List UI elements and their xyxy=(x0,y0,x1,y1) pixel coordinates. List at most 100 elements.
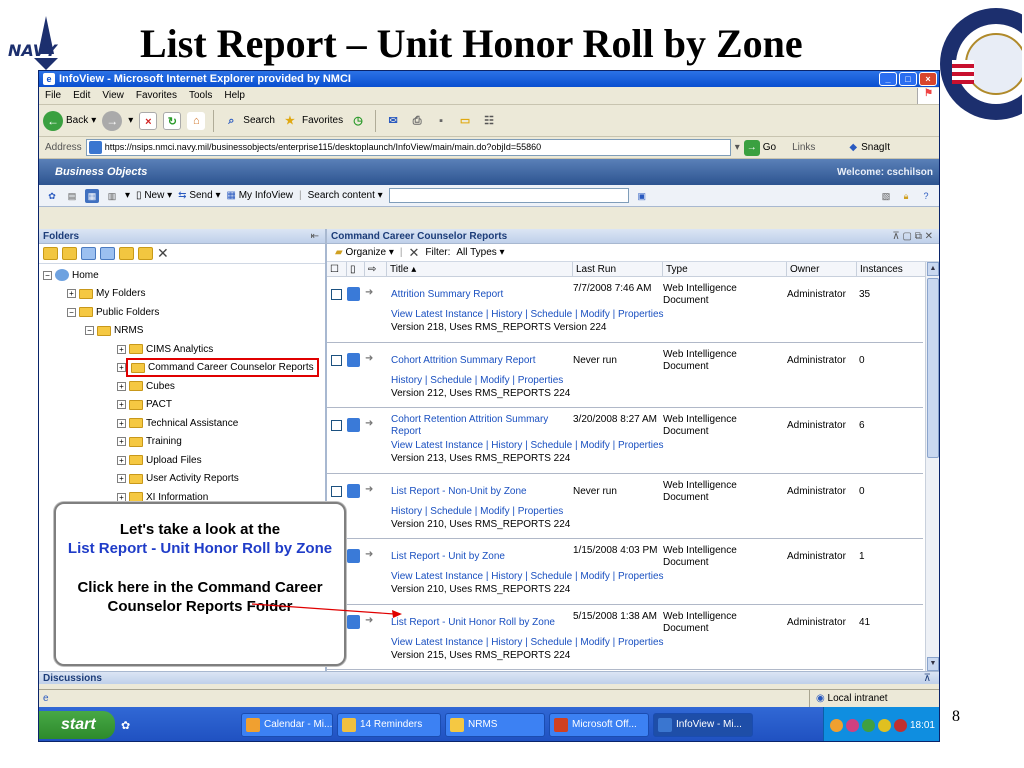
row-checkbox[interactable] xyxy=(331,354,342,366)
go-button[interactable]: → Go xyxy=(743,139,776,156)
expand-discussions-icon[interactable]: ⊼ xyxy=(924,672,939,685)
expand-icon[interactable]: + xyxy=(67,289,76,299)
scroll-up-icon[interactable]: ▲ xyxy=(927,262,939,276)
tree-item-home[interactable]: − Home xyxy=(39,266,325,285)
expand-icon[interactable]: + xyxy=(117,381,126,391)
tray-icon[interactable] xyxy=(845,718,859,732)
expand-icon[interactable]: + xyxy=(117,474,126,484)
report-title-link[interactable]: List Report - Non-Unit by Zone xyxy=(391,486,573,498)
collapse-pane-icon[interactable]: ⇤ xyxy=(311,231,325,242)
report-action-links[interactable]: View Latest Instance | History | Schedul… xyxy=(391,440,664,451)
tray-icon[interactable] xyxy=(877,718,891,732)
back-dropdown-icon[interactable]: ▾ xyxy=(91,115,96,126)
tree-item-pact[interactable]: + PACT xyxy=(39,396,325,415)
col-owner[interactable]: Owner xyxy=(787,261,857,277)
task-reminders[interactable]: 14 Reminders xyxy=(337,713,441,737)
task-microsoft-office[interactable]: Microsoft Off... xyxy=(549,713,649,737)
search-content-input[interactable] xyxy=(388,188,629,203)
snagit-button[interactable]: SnagIt xyxy=(861,142,890,153)
preferences-icon[interactable]: ▧ xyxy=(879,189,893,203)
report-action-links[interactable]: View Latest Instance | History | Schedul… xyxy=(391,309,664,320)
col-instances[interactable]: Instances xyxy=(857,262,909,277)
forward-dropdown-icon[interactable]: ▾ xyxy=(128,115,133,126)
discussions-bar[interactable]: Discussions ⊼ xyxy=(39,671,939,684)
organize-button[interactable]: ▰ Organize ▾ xyxy=(335,247,394,258)
window-titlebar[interactable]: e InfoView - Microsoft Internet Explorer… xyxy=(39,71,939,87)
copy-icon[interactable] xyxy=(100,247,115,260)
help-icon[interactable]: ? xyxy=(919,189,933,203)
scroll-thumb[interactable] xyxy=(927,278,939,458)
col-last-run[interactable]: Last Run xyxy=(573,261,663,277)
documents-icon[interactable]: ▤ xyxy=(65,189,79,203)
collapse-icon[interactable]: − xyxy=(43,270,52,280)
tray-icon[interactable] xyxy=(861,718,875,732)
col-type[interactable]: Type xyxy=(663,261,787,277)
row-checkbox[interactable] xyxy=(331,485,342,497)
tree-item-public-folders[interactable]: − Public Folders xyxy=(39,303,325,322)
new-folder-icon[interactable] xyxy=(43,247,58,260)
links-button[interactable]: Links xyxy=(792,142,815,153)
refresh-button[interactable]: ↻ xyxy=(163,111,182,130)
address-dropdown-icon[interactable]: ▾ xyxy=(735,142,740,153)
row-checkbox[interactable] xyxy=(331,420,342,431)
action-arrow-icon[interactable]: ➜ xyxy=(365,484,373,495)
mail-button[interactable]: ✉ xyxy=(384,112,402,130)
home-button[interactable]: ⌂ xyxy=(187,111,206,130)
report-title-link[interactable]: Cohort Attrition Summary Report xyxy=(391,355,573,367)
minimize-button[interactable]: _ xyxy=(879,72,897,86)
menu-favorites[interactable]: Favorites xyxy=(136,90,177,101)
expand-icon[interactable]: + xyxy=(117,492,126,502)
menu-edit[interactable]: Edit xyxy=(73,90,90,101)
action-arrow-icon[interactable]: ➜ xyxy=(365,353,373,364)
my-infoview-button[interactable]: ▦ My InfoView xyxy=(226,190,293,201)
menu-file[interactable]: File xyxy=(45,90,61,101)
expand-icon[interactable]: + xyxy=(117,344,126,354)
search-content-dropdown[interactable]: Search content ▾ xyxy=(308,190,383,201)
collapse-icon[interactable]: − xyxy=(85,326,94,336)
move-icon[interactable] xyxy=(138,247,153,260)
collapse-icon[interactable]: − xyxy=(67,307,76,317)
forward-button[interactable]: → xyxy=(102,110,123,131)
tree-item-training[interactable]: + Training xyxy=(39,433,325,452)
favorites-button[interactable]: ★ Favorites xyxy=(281,112,343,130)
back-button[interactable]: ← Back ▾ xyxy=(43,110,96,131)
menu-tools[interactable]: Tools xyxy=(189,90,212,101)
expand-icon[interactable]: + xyxy=(117,363,126,373)
row-checkbox[interactable] xyxy=(331,289,342,300)
tree-item-upload-files[interactable]: + Upload Files xyxy=(39,451,325,470)
select-all-checkbox[interactable]: ☐ xyxy=(327,261,347,277)
task-calendar[interactable]: Calendar - Mi... xyxy=(241,713,333,737)
task-nrms[interactable]: NRMS xyxy=(445,713,545,737)
address-input[interactable]: https://nsips.nmci.navy.mil/businessobje… xyxy=(85,139,731,156)
expand-icon[interactable]: + xyxy=(117,418,126,428)
tree-item-user-activity-reports[interactable]: + User Activity Reports xyxy=(39,470,325,489)
menu-view[interactable]: View xyxy=(102,90,124,101)
tree-item-nrms[interactable]: − NRMS xyxy=(39,322,325,341)
folder-button[interactable]: ▭ xyxy=(456,112,474,130)
maximize-button[interactable]: □ xyxy=(899,72,917,86)
tree-item-my-folders[interactable]: + My Folders xyxy=(39,285,325,304)
delete-icon[interactable]: ✕ xyxy=(157,245,169,262)
tree-item-technical-assistance[interactable]: + Technical Assistance xyxy=(39,414,325,433)
paste-icon[interactable] xyxy=(119,247,134,260)
start-button[interactable]: start xyxy=(39,711,115,739)
refresh-folders-icon[interactable] xyxy=(81,247,96,260)
action-arrow-icon[interactable]: ➜ xyxy=(365,287,373,298)
menu-help[interactable]: Help xyxy=(224,90,245,101)
filter-dropdown[interactable]: All Types ▾ xyxy=(456,247,504,258)
report-action-links[interactable]: History | Schedule | Modify | Properties xyxy=(391,375,563,386)
expand-icon[interactable]: + xyxy=(117,455,126,465)
new-button[interactable]: ▯ New ▾ xyxy=(136,190,172,201)
report-action-links[interactable]: History | Schedule | Modify | Properties xyxy=(391,506,563,517)
report-title-link[interactable]: Cohort Retention Attrition Summary Repor… xyxy=(391,414,573,438)
send-button[interactable]: ⇆ Send ▾ xyxy=(178,190,220,201)
report-action-links[interactable]: View Latest Instance | History | Schedul… xyxy=(391,637,664,648)
tree-item-cims-analytics[interactable]: + CIMS Analytics xyxy=(39,340,325,359)
task-infoview[interactable]: InfoView - Mi... xyxy=(653,713,753,737)
action-arrow-icon[interactable]: ➜ xyxy=(365,549,373,560)
list-view-icon[interactable]: ▦ xyxy=(85,188,99,203)
tray-icon[interactable] xyxy=(829,718,843,732)
edit-button[interactable]: ▪ xyxy=(432,112,450,130)
vertical-scrollbar[interactable]: ▲ ▼ xyxy=(925,262,939,671)
expand-icon[interactable]: + xyxy=(117,437,126,447)
